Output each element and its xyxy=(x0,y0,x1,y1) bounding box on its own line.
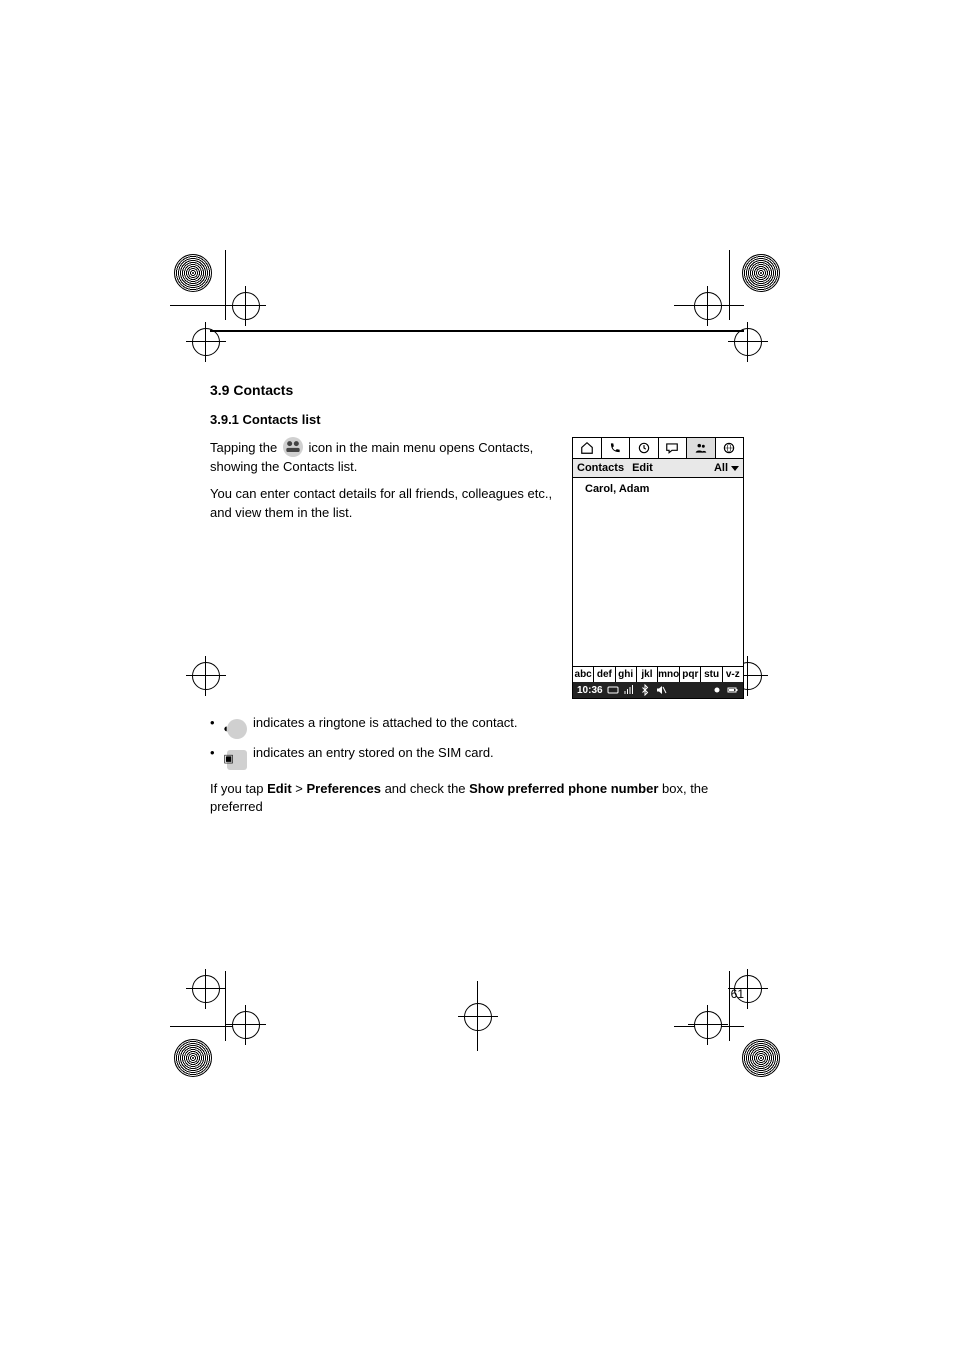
key-jkl[interactable]: jkl xyxy=(637,667,658,682)
tab-browser[interactable] xyxy=(716,438,744,458)
record-icon xyxy=(711,684,723,696)
key-stu[interactable]: stu xyxy=(701,667,722,682)
tab-message[interactable] xyxy=(659,438,688,458)
contacts-list[interactable]: Carol, Adam xyxy=(573,478,743,666)
key-abc[interactable]: abc xyxy=(573,667,594,682)
intro-line-1: Tapping the icon in the main menu opens … xyxy=(210,437,554,477)
tab-home[interactable] xyxy=(573,438,602,458)
key-ghi[interactable]: ghi xyxy=(616,667,637,682)
filter-dropdown[interactable]: All xyxy=(714,462,739,474)
phone-menu-bar: Contacts Edit All xyxy=(573,459,743,478)
battery-icon xyxy=(727,684,739,696)
page-rule xyxy=(210,330,744,332)
sim-card-icon: ▣ xyxy=(227,750,247,770)
ring-icon: ◐ xyxy=(227,719,247,739)
contacts-app-icon xyxy=(283,437,303,457)
page-number: 61 xyxy=(731,987,744,1001)
menu-contacts[interactable]: Contacts xyxy=(577,462,624,474)
mute-icon xyxy=(655,684,667,696)
bluetooth-icon xyxy=(639,684,651,696)
tab-contacts[interactable] xyxy=(687,438,716,458)
tab-phone[interactable] xyxy=(602,438,631,458)
phone-screenshot: Contacts Edit All Carol, Adam abc def gh… xyxy=(572,437,744,699)
section-subtitle: 3.9.1 Contacts list xyxy=(210,412,744,427)
signal-icon xyxy=(623,684,635,696)
preferences-line: If you tap Edit > Preferences and check … xyxy=(210,780,744,818)
key-def[interactable]: def xyxy=(594,667,615,682)
keyboard-icon xyxy=(607,684,619,696)
phone-top-tabs xyxy=(573,438,743,459)
intro-line-2: You can enter contact details for all fr… xyxy=(210,485,554,523)
status-time: 10:36 xyxy=(577,685,603,696)
key-pqr[interactable]: pqr xyxy=(680,667,701,682)
status-bar: 10:36 xyxy=(573,682,743,698)
bullet-sim: ▣ indicates an entry stored on the SIM c… xyxy=(210,743,744,769)
tab-clock[interactable] xyxy=(630,438,659,458)
section-title: 3.9 Contacts xyxy=(210,382,744,398)
list-item[interactable]: Carol, Adam xyxy=(579,482,737,496)
key-vz[interactable]: v-z xyxy=(723,667,743,682)
bullet-ringtone: ◐ indicates a ringtone is attached to th… xyxy=(210,713,744,739)
menu-edit[interactable]: Edit xyxy=(632,462,653,474)
key-mno[interactable]: mno xyxy=(658,667,680,682)
alpha-keypad: abc def ghi jkl mno pqr stu v-z xyxy=(573,666,743,682)
page-content: 3.9 Contacts 3.9.1 Contacts list Tapping… xyxy=(210,330,744,991)
chevron-down-icon xyxy=(731,466,739,471)
